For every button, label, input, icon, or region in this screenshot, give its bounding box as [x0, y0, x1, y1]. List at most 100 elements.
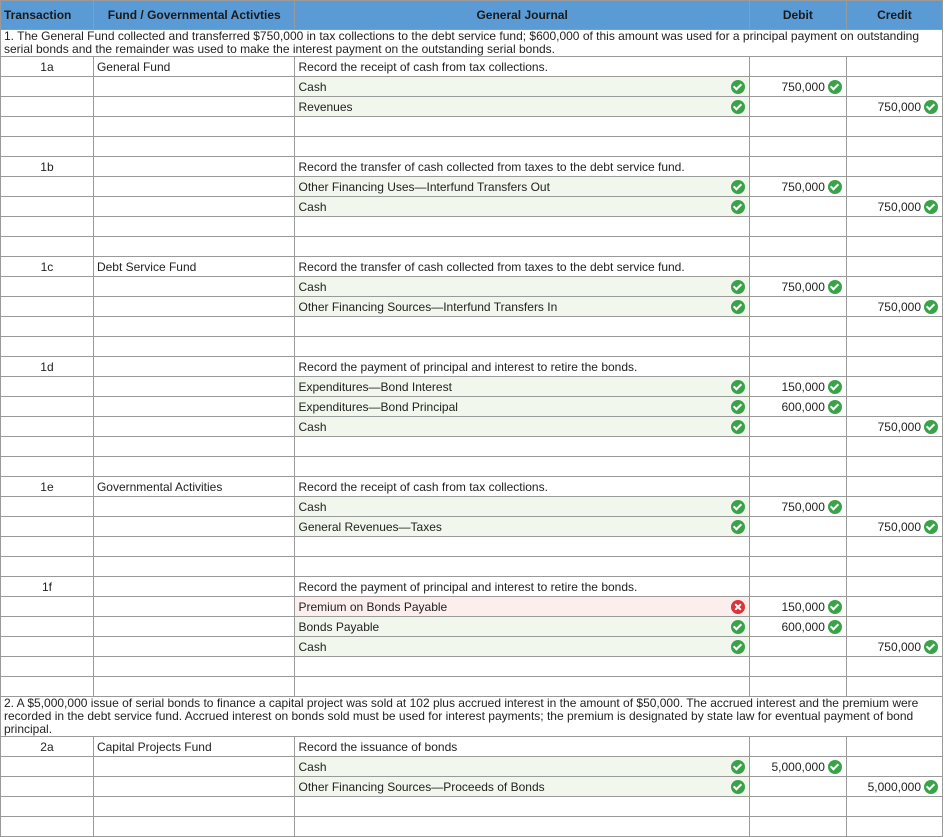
debit-input[interactable]: [748, 636, 847, 657]
debit-input[interactable]: [748, 96, 847, 117]
credit-input[interactable]: 750,000: [845, 96, 944, 117]
account-select[interactable]: Cash: [294, 636, 750, 657]
fund-cell[interactable]: [92, 556, 296, 577]
fund-select[interactable]: [92, 576, 296, 597]
fund-cell[interactable]: [92, 316, 296, 337]
credit-input[interactable]: [845, 616, 944, 637]
account-cell[interactable]: [294, 556, 750, 577]
credit-cell[interactable]: [845, 676, 944, 697]
credit-cell[interactable]: [845, 796, 944, 817]
debit-input[interactable]: 5,000,000: [748, 756, 847, 777]
account-select[interactable]: Other Financing Sources—Interfund Transf…: [294, 296, 750, 317]
debit-input[interactable]: [748, 296, 847, 317]
account-select[interactable]: Cash: [294, 76, 750, 97]
fund-cell[interactable]: [92, 536, 296, 557]
account-select[interactable]: Expenditures—Bond Interest: [294, 376, 750, 397]
debit-cell[interactable]: [748, 136, 847, 157]
account-cell[interactable]: [294, 136, 750, 157]
credit-cell[interactable]: [845, 116, 944, 137]
fund-select[interactable]: General Fund: [92, 56, 296, 77]
credit-cell[interactable]: [845, 456, 944, 477]
credit-cell[interactable]: [845, 316, 944, 337]
fund-cell[interactable]: [92, 236, 296, 257]
debit-input[interactable]: 750,000: [748, 76, 847, 97]
account-cell[interactable]: [294, 656, 750, 677]
debit-cell[interactable]: [748, 656, 847, 677]
account-cell[interactable]: [294, 816, 750, 837]
fund-select[interactable]: Debt Service Fund: [92, 256, 296, 277]
account-cell[interactable]: [294, 436, 750, 457]
account-select[interactable]: Cash: [294, 496, 750, 517]
debit-cell[interactable]: [748, 816, 847, 837]
account-select[interactable]: Premium on Bonds Payable: [294, 596, 750, 617]
debit-cell[interactable]: [748, 556, 847, 577]
debit-cell[interactable]: [748, 796, 847, 817]
debit-cell[interactable]: [748, 236, 847, 257]
debit-cell[interactable]: [748, 536, 847, 557]
credit-cell[interactable]: [845, 236, 944, 257]
credit-input[interactable]: 750,000: [845, 416, 944, 437]
account-cell[interactable]: [294, 336, 750, 357]
credit-input[interactable]: [845, 756, 944, 777]
fund-cell[interactable]: [92, 796, 296, 817]
fund-cell[interactable]: [92, 436, 296, 457]
account-select[interactable]: Cash: [294, 416, 750, 437]
credit-input[interactable]: [845, 396, 944, 417]
credit-input[interactable]: [845, 176, 944, 197]
debit-input[interactable]: 750,000: [748, 176, 847, 197]
debit-input[interactable]: 600,000: [748, 616, 847, 637]
credit-input[interactable]: [845, 496, 944, 517]
credit-cell[interactable]: [845, 816, 944, 837]
fund-select[interactable]: Capital Projects Fund: [92, 736, 296, 757]
credit-cell[interactable]: [845, 656, 944, 677]
account-select[interactable]: General Revenues—Taxes: [294, 516, 750, 537]
debit-input[interactable]: [748, 776, 847, 797]
debit-cell[interactable]: [748, 316, 847, 337]
credit-input[interactable]: [845, 276, 944, 297]
debit-input[interactable]: 150,000: [748, 376, 847, 397]
debit-input[interactable]: [748, 196, 847, 217]
account-cell[interactable]: [294, 676, 750, 697]
credit-cell[interactable]: [845, 336, 944, 357]
fund-cell[interactable]: [92, 216, 296, 237]
credit-input[interactable]: [845, 76, 944, 97]
debit-input[interactable]: 600,000: [748, 396, 847, 417]
credit-input[interactable]: [845, 376, 944, 397]
account-select[interactable]: Other Financing Sources—Proceeds of Bond…: [294, 776, 750, 797]
debit-input[interactable]: 750,000: [748, 276, 847, 297]
debit-input[interactable]: [748, 416, 847, 437]
account-select[interactable]: Other Financing Uses—Interfund Transfers…: [294, 176, 750, 197]
fund-cell[interactable]: [92, 676, 296, 697]
fund-cell[interactable]: [92, 336, 296, 357]
fund-cell[interactable]: [92, 816, 296, 837]
debit-cell[interactable]: [748, 456, 847, 477]
credit-cell[interactable]: [845, 216, 944, 237]
debit-cell[interactable]: [748, 436, 847, 457]
account-cell[interactable]: [294, 796, 750, 817]
account-cell[interactable]: [294, 236, 750, 257]
fund-cell[interactable]: [92, 656, 296, 677]
fund-select[interactable]: [92, 156, 296, 177]
fund-select[interactable]: Governmental Activities: [92, 476, 296, 497]
account-cell[interactable]: [294, 316, 750, 337]
account-select[interactable]: Cash: [294, 756, 750, 777]
credit-input[interactable]: 750,000: [845, 636, 944, 657]
account-cell[interactable]: [294, 536, 750, 557]
account-select[interactable]: Bonds Payable: [294, 616, 750, 637]
credit-input[interactable]: 750,000: [845, 516, 944, 537]
account-select[interactable]: Expenditures—Bond Principal: [294, 396, 750, 417]
debit-cell[interactable]: [748, 336, 847, 357]
debit-cell[interactable]: [748, 116, 847, 137]
credit-input[interactable]: [845, 596, 944, 617]
account-select[interactable]: Revenues: [294, 96, 750, 117]
credit-input[interactable]: 5,000,000: [845, 776, 944, 797]
credit-cell[interactable]: [845, 436, 944, 457]
fund-cell[interactable]: [92, 456, 296, 477]
debit-cell[interactable]: [748, 676, 847, 697]
account-cell[interactable]: [294, 116, 750, 137]
credit-cell[interactable]: [845, 136, 944, 157]
fund-cell[interactable]: [92, 116, 296, 137]
debit-input[interactable]: 150,000: [748, 596, 847, 617]
account-cell[interactable]: [294, 216, 750, 237]
fund-select[interactable]: [92, 356, 296, 377]
